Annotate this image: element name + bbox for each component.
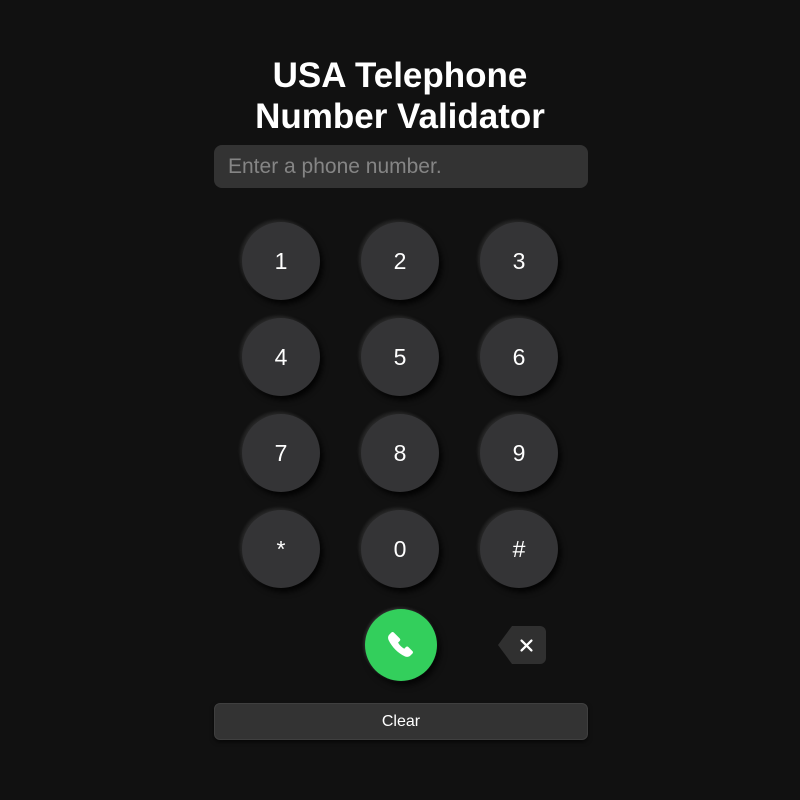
key-label: 8 bbox=[393, 440, 407, 466]
app-root: USA Telephone Number Validator 1 2 3 4 5… bbox=[0, 0, 800, 800]
phone-handset-icon bbox=[385, 629, 417, 661]
key-label: 9 bbox=[512, 440, 526, 466]
key-label: # bbox=[512, 536, 526, 562]
key-label: 1 bbox=[274, 248, 288, 274]
key-label: 7 bbox=[274, 440, 288, 466]
key-0[interactable]: 0 bbox=[361, 510, 439, 588]
key-label: 5 bbox=[393, 344, 407, 370]
keypad: 1 2 3 4 5 6 7 8 9 * 0 # bbox=[242, 222, 559, 588]
key-3[interactable]: 3 bbox=[480, 222, 558, 300]
key-hash[interactable]: # bbox=[480, 510, 558, 588]
key-label: 3 bbox=[512, 248, 526, 274]
backspace-button[interactable] bbox=[498, 626, 546, 664]
backspace-x-icon bbox=[510, 637, 535, 654]
key-7[interactable]: 7 bbox=[242, 414, 320, 492]
call-button[interactable] bbox=[365, 609, 437, 681]
page-title: USA Telephone Number Validator bbox=[255, 56, 545, 137]
key-2[interactable]: 2 bbox=[361, 222, 439, 300]
key-6[interactable]: 6 bbox=[480, 318, 558, 396]
key-label: 0 bbox=[393, 536, 407, 562]
key-label: 4 bbox=[274, 344, 288, 370]
key-5[interactable]: 5 bbox=[361, 318, 439, 396]
action-row bbox=[0, 609, 800, 681]
key-label: * bbox=[276, 536, 286, 562]
key-star[interactable]: * bbox=[242, 510, 320, 588]
key-9[interactable]: 9 bbox=[480, 414, 558, 492]
key-label: 6 bbox=[512, 344, 526, 370]
key-8[interactable]: 8 bbox=[361, 414, 439, 492]
key-4[interactable]: 4 bbox=[242, 318, 320, 396]
phone-number-input[interactable] bbox=[214, 145, 588, 188]
key-1[interactable]: 1 bbox=[242, 222, 320, 300]
clear-button[interactable]: Clear bbox=[214, 703, 588, 740]
key-label: 2 bbox=[393, 248, 407, 274]
